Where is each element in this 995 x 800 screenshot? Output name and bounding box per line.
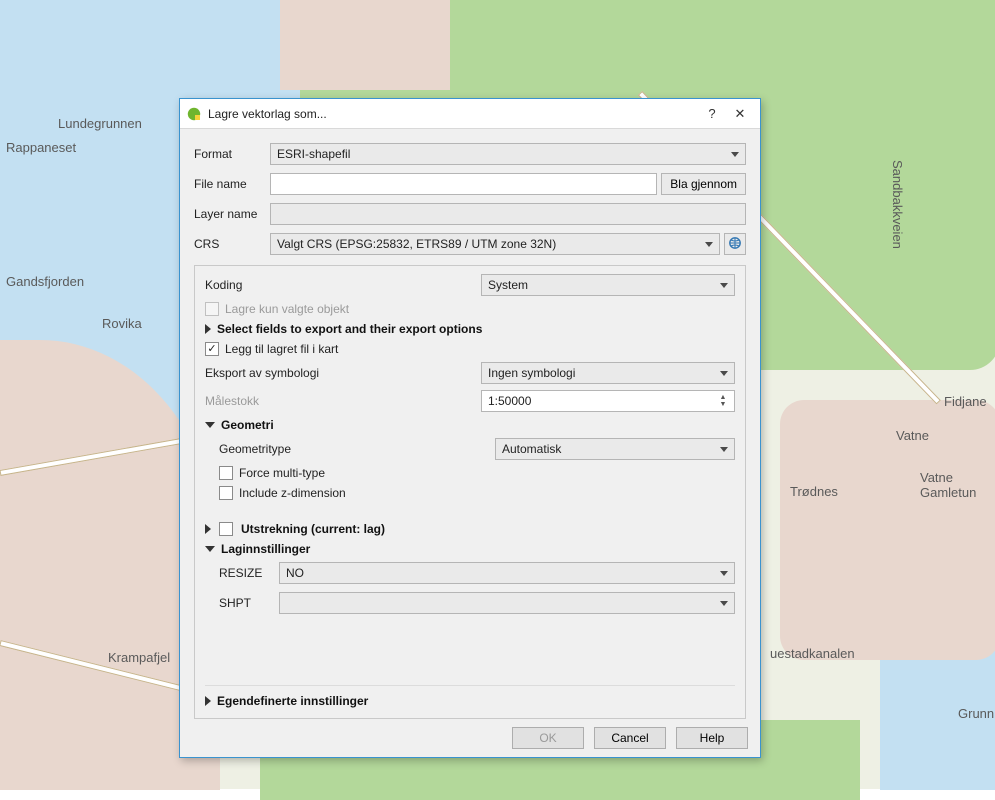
chevron-right-icon	[205, 696, 211, 706]
ok-button: OK	[512, 727, 584, 749]
chevron-right-icon	[205, 524, 211, 534]
extent-checkbox[interactable]	[219, 522, 233, 536]
cancel-button-label: Cancel	[611, 731, 648, 745]
resize-value: NO	[286, 566, 304, 580]
encoding-value: System	[488, 278, 528, 292]
dialog-titlebar[interactable]: Lagre vektorlag som... ? ✕	[180, 99, 760, 129]
dialog-footer: OK Cancel Help	[180, 719, 760, 757]
shpt-combo[interactable]	[279, 592, 735, 614]
symbology-combo[interactable]: Ingen symbologi	[481, 362, 735, 384]
save-selected-only-checkbox	[205, 302, 219, 316]
dialog-title: Lagre vektorlag som...	[208, 107, 698, 121]
extent-section[interactable]: Utstrekning (current: lag)	[205, 522, 385, 536]
geometry-section-label: Geometri	[221, 418, 274, 432]
globe-icon	[728, 236, 742, 253]
crs-combo[interactable]: Valgt CRS (EPSG:25832, ETRS89 / UTM zone…	[270, 233, 720, 255]
map-label-uestadkanalen: uestadkanalen	[770, 646, 855, 661]
filename-input[interactable]	[270, 173, 657, 195]
chevron-right-icon	[205, 324, 211, 334]
chevron-down-icon	[720, 447, 728, 452]
layername-label: Layer name	[194, 207, 266, 221]
help-button[interactable]: ?	[698, 103, 726, 125]
qgis-icon	[186, 106, 202, 122]
save-vector-layer-dialog: Lagre vektorlag som... ? ✕ Format ESRI-s…	[179, 98, 761, 758]
map-label-trodnes: Trødnes	[790, 484, 838, 499]
encoding-label: Koding	[205, 278, 475, 292]
browse-button[interactable]: Bla gjennom	[661, 173, 746, 195]
map-label-sandbakkveien: Sandbakkveien	[890, 160, 905, 249]
add-saved-to-map-label: Legg til lagret fil i kart	[225, 342, 338, 356]
chevron-down-icon	[720, 601, 728, 606]
chevron-down-icon	[205, 422, 215, 428]
custom-settings-section-label: Egendefinerte innstillinger	[217, 694, 368, 708]
chevron-down-icon	[731, 152, 739, 157]
export-options-panel: Koding System Lagre kun valgte objekt Se…	[194, 265, 746, 719]
map-label-krampafjel: Krampafjel	[108, 650, 170, 665]
format-value: ESRI-shapefil	[277, 147, 350, 161]
format-combo[interactable]: ESRI-shapefil	[270, 143, 746, 165]
map-label-grunn: Grunn	[958, 706, 994, 721]
layer-settings-section[interactable]: Laginnstillinger	[205, 542, 310, 556]
ok-button-label: OK	[539, 731, 556, 745]
map-label-lundegrunnen: Lundegrunnen	[58, 116, 142, 131]
include-z-checkbox[interactable]	[219, 486, 233, 500]
filename-label: File name	[194, 177, 266, 191]
custom-settings-section[interactable]: Egendefinerte innstillinger	[205, 694, 368, 708]
help-button-label: Help	[700, 731, 725, 745]
browse-button-label: Bla gjennom	[670, 177, 737, 191]
select-crs-button[interactable]	[724, 233, 746, 255]
save-selected-only-label: Lagre kun valgte objekt	[225, 302, 349, 316]
map-label-vatne-gamletun: Vatne Gamletun	[920, 470, 976, 500]
map-label-fidjane: Fidjane	[944, 394, 987, 409]
top-form: Format ESRI-shapefil File name Bla gjenn…	[194, 143, 746, 255]
map-label-rappaneset: Rappaneset	[6, 140, 76, 155]
symbology-value: Ingen symbologi	[488, 366, 575, 380]
scale-spinbox[interactable]: 1:50000 ▲▼	[481, 390, 735, 412]
geomtype-value: Automatisk	[502, 442, 561, 456]
chevron-down-icon	[720, 371, 728, 376]
map-label-rovika: Rovika	[102, 316, 142, 331]
format-label: Format	[194, 147, 266, 161]
add-saved-to-map-checkbox[interactable]	[205, 342, 219, 356]
resize-combo[interactable]: NO	[279, 562, 735, 584]
select-fields-section[interactable]: Select fields to export and their export…	[205, 322, 482, 336]
force-multitype-checkbox[interactable]	[219, 466, 233, 480]
crs-label: CRS	[194, 237, 266, 251]
scale-value: 1:50000	[488, 394, 531, 408]
geomtype-label: Geometritype	[219, 442, 489, 456]
geomtype-combo[interactable]: Automatisk	[495, 438, 735, 460]
layername-input	[270, 203, 746, 225]
chevron-down-icon	[720, 571, 728, 576]
include-z-label: Include z-dimension	[239, 486, 346, 500]
map-label-vatne: Vatne	[896, 428, 929, 443]
crs-value: Valgt CRS (EPSG:25832, ETRS89 / UTM zone…	[277, 237, 556, 251]
encoding-combo[interactable]: System	[481, 274, 735, 296]
resize-label: RESIZE	[219, 566, 279, 580]
geometry-section[interactable]: Geometri	[205, 418, 274, 432]
shpt-label: SHPT	[219, 596, 279, 610]
chevron-down-icon	[205, 546, 215, 552]
chevron-down-icon	[705, 242, 713, 247]
layer-settings-section-label: Laginnstillinger	[221, 542, 310, 556]
scale-label: Målestokk	[205, 394, 475, 408]
close-button[interactable]: ✕	[726, 103, 754, 125]
extent-section-label: Utstrekning (current: lag)	[241, 522, 385, 536]
chevron-down-icon	[720, 283, 728, 288]
help-footer-button[interactable]: Help	[676, 727, 748, 749]
force-multitype-label: Force multi-type	[239, 466, 325, 480]
symbology-label: Eksport av symbologi	[205, 366, 475, 380]
map-label-gandsfjorden: Gandsfjorden	[6, 274, 84, 289]
select-fields-section-label: Select fields to export and their export…	[217, 322, 482, 336]
cancel-button[interactable]: Cancel	[594, 727, 666, 749]
